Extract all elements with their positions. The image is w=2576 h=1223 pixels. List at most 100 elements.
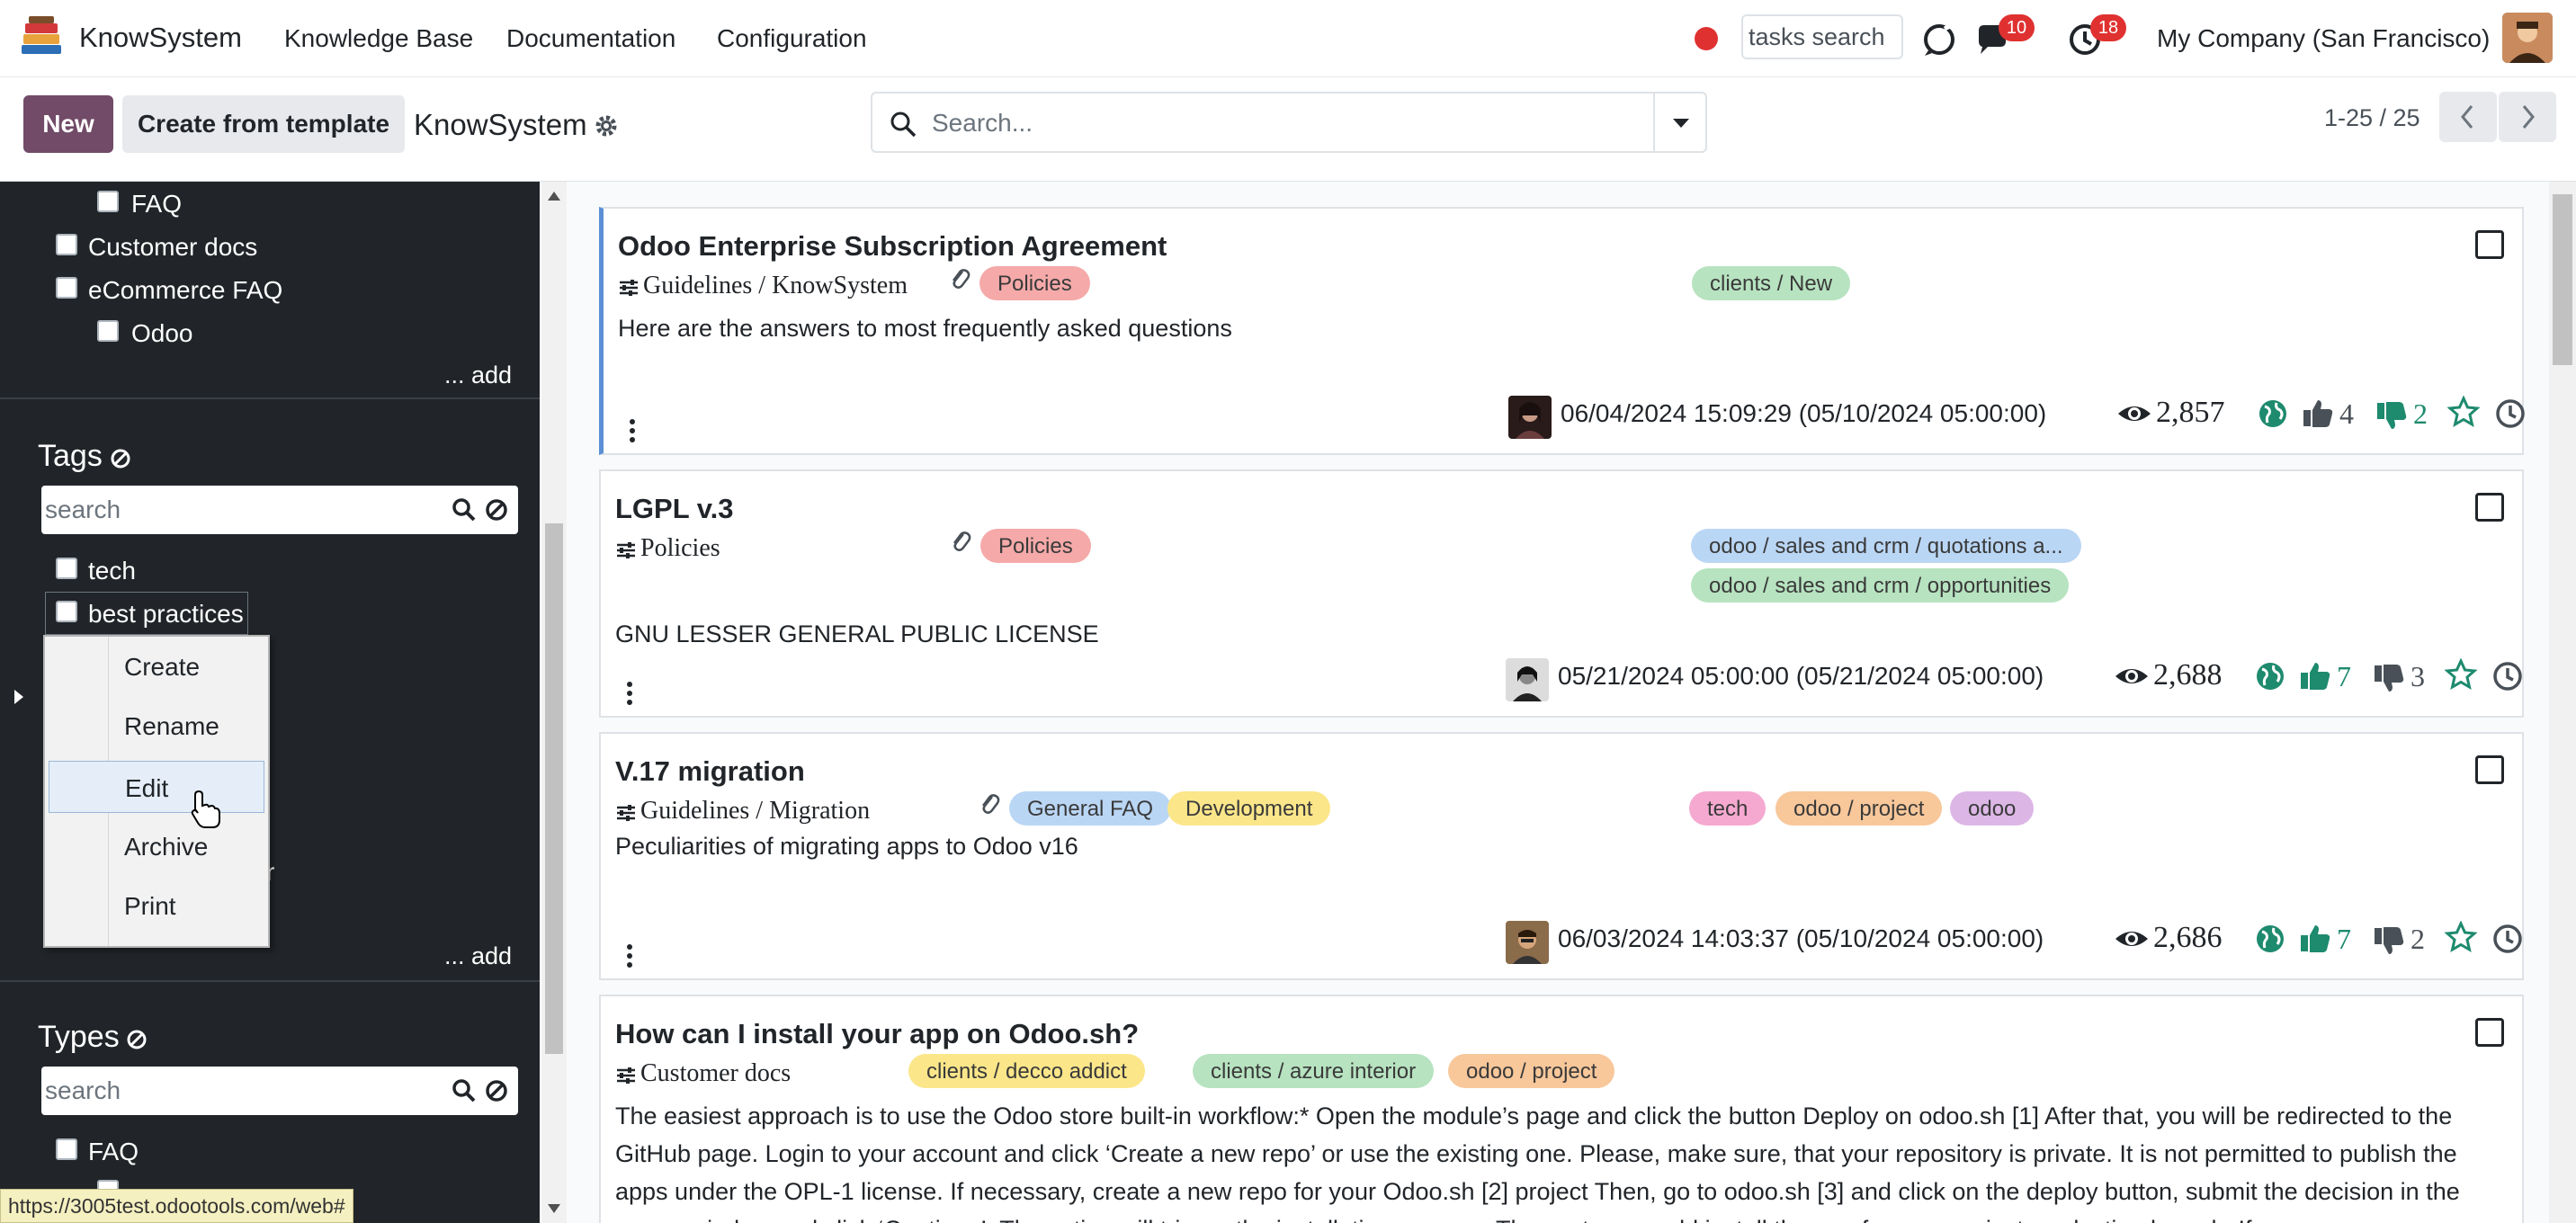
content-scroll-thumb[interactable] [2553,194,2572,365]
thumbs-down-icon[interactable] [2375,399,2408,432]
select-checkbox[interactable] [2475,755,2504,784]
knowsystem-logo-icon[interactable] [16,13,67,63]
pager-next-button[interactable] [2499,92,2556,142]
article-card[interactable]: How can I install your app on Odoo.sh? C… [599,995,2524,1223]
clear-search-icon[interactable] [484,1078,509,1103]
tag-badge[interactable]: odoo / project [1775,791,1943,826]
section-customer-docs-label[interactable]: Customer docs [88,233,257,262]
scroll-up-arrow-icon[interactable] [547,191,561,201]
search-options-toggle[interactable] [1653,94,1705,151]
section-odoo-label[interactable]: Odoo [131,319,193,348]
article-title[interactable]: LGPL v.3 [615,493,734,525]
types-search-input[interactable] [41,1067,428,1115]
section-customer-docs-checkbox[interactable] [56,234,77,255]
menu-documentation[interactable]: Documentation [506,24,675,53]
clear-tags-icon[interactable] [110,448,131,469]
thumbs-up-icon[interactable] [2299,923,2331,955]
sidebar-scroll-thumb[interactable] [545,523,563,1054]
article-description: Peculiarities of migrating apps to Odoo … [615,833,1078,860]
user-avatar[interactable] [2502,13,2553,63]
tag-badge[interactable]: odoo / project [1448,1054,1615,1088]
scroll-down-arrow-icon[interactable] [547,1203,561,1214]
star-icon[interactable] [2445,658,2477,691]
tags-search-input[interactable] [41,486,428,534]
kebab-menu-icon[interactable] [629,417,636,444]
section-faq-label[interactable]: FAQ [131,190,182,219]
article-title[interactable]: How can I install your app on Odoo.sh? [615,1018,1139,1050]
select-checkbox[interactable] [2475,230,2504,259]
context-menu-create[interactable]: Create [49,640,264,692]
section-ecommerce-faq-checkbox[interactable] [56,277,77,299]
thumbs-up-icon[interactable] [2299,660,2331,692]
article-card[interactable]: LGPL v.3 Policies Policies odoo / sales … [599,469,2524,718]
select-checkbox[interactable] [2475,493,2504,522]
tag-badge[interactable]: odoo [1950,791,2035,826]
menu-configuration[interactable]: Configuration [717,24,867,53]
article-card[interactable]: V.17 migration Guidelines / Migration Ge… [599,732,2524,980]
history-clock-icon[interactable] [2491,923,2524,955]
history-clock-icon[interactable] [2491,660,2524,692]
menu-knowledge-base[interactable]: Knowledge Base [284,24,473,53]
context-menu-rename[interactable]: Rename [49,700,264,752]
app-name[interactable]: KnowSystem [79,22,242,54]
gear-icon[interactable] [594,113,619,138]
new-button[interactable]: New [23,95,113,153]
company-switcher[interactable]: My Company (San Francisco) [2157,24,2490,53]
globe-icon[interactable] [2254,923,2286,955]
tag-badge[interactable]: tech [1689,791,1767,826]
tag-badge[interactable]: Policies [980,529,1091,563]
tag-badge[interactable]: clients / decco addict [908,1054,1145,1088]
globe-icon[interactable] [2254,660,2286,692]
tag-badge[interactable]: clients / New [1692,266,1851,300]
article-card[interactable]: Odoo Enterprise Subscription Agreement G… [599,207,2527,455]
tag-tech-checkbox[interactable] [56,558,77,579]
recording-status-dot[interactable] [1695,27,1718,50]
globe-icon[interactable] [2257,397,2289,430]
tag-badge[interactable]: odoo / sales and crm / quotations a... [1691,529,2081,563]
search-input[interactable] [932,103,1615,144]
article-title[interactable]: Odoo Enterprise Subscription Agreement [618,230,1167,263]
section-ecommerce-faq-label[interactable]: eCommerce FAQ [88,276,282,305]
section-odoo-checkbox[interactable] [97,320,119,342]
tag-badge[interactable]: Policies [979,266,1090,300]
section-faq-checkbox[interactable] [97,191,119,212]
tag-badge[interactable]: General FAQ [1009,791,1172,826]
kebab-menu-icon[interactable] [626,680,633,707]
tag-badge[interactable]: clients / azure interior [1193,1054,1435,1088]
history-clock-icon[interactable] [2494,397,2527,430]
star-icon[interactable] [2445,921,2477,953]
sections-add-link[interactable]: ... add [444,362,512,389]
content-scrollbar[interactable] [2549,182,2576,1223]
context-menu-print[interactable]: Print [49,879,264,932]
caret-right-icon[interactable] [13,687,25,707]
search-icon[interactable] [452,1078,477,1103]
create-from-template-button[interactable]: Create from template [122,95,405,153]
thumbs-down-icon[interactable] [2373,662,2405,694]
voip-call-icon[interactable] [1921,22,1957,58]
tag-best-practices-label[interactable]: best practices [88,600,244,629]
clear-search-icon[interactable] [484,497,509,522]
select-checkbox[interactable] [2475,1018,2504,1047]
tag-tech-label[interactable]: tech [88,557,136,585]
thumbs-up-icon[interactable] [2302,397,2334,430]
pager-value[interactable]: 1-25 / 25 [2324,104,2420,132]
clear-types-icon[interactable] [126,1029,148,1050]
tag-badge[interactable]: odoo / sales and crm / opportunities [1691,568,2070,603]
article-title[interactable]: V.17 migration [615,755,805,788]
star-icon[interactable] [2447,396,2480,428]
tags-add-link[interactable]: ... add [444,942,512,970]
type-faq-checkbox[interactable] [56,1138,77,1160]
context-menu-archive[interactable]: Archive [49,820,264,872]
type-faq-label[interactable]: FAQ [88,1138,139,1166]
tag-best-practices-checkbox[interactable] [56,601,77,622]
kebab-menu-icon[interactable] [626,942,633,969]
search-icon[interactable] [452,497,477,522]
eye-icon [2115,932,2148,946]
tag-badge[interactable]: Development [1167,791,1331,826]
article-path-text: Customer docs [640,1059,792,1087]
pager-previous-button[interactable] [2439,92,2497,142]
thumbs-down-icon[interactable] [2373,924,2405,957]
sidebar-scrollbar[interactable] [541,182,567,1223]
tasks-search-input[interactable] [1741,14,1903,59]
context-menu-edit[interactable]: Edit [49,761,264,813]
